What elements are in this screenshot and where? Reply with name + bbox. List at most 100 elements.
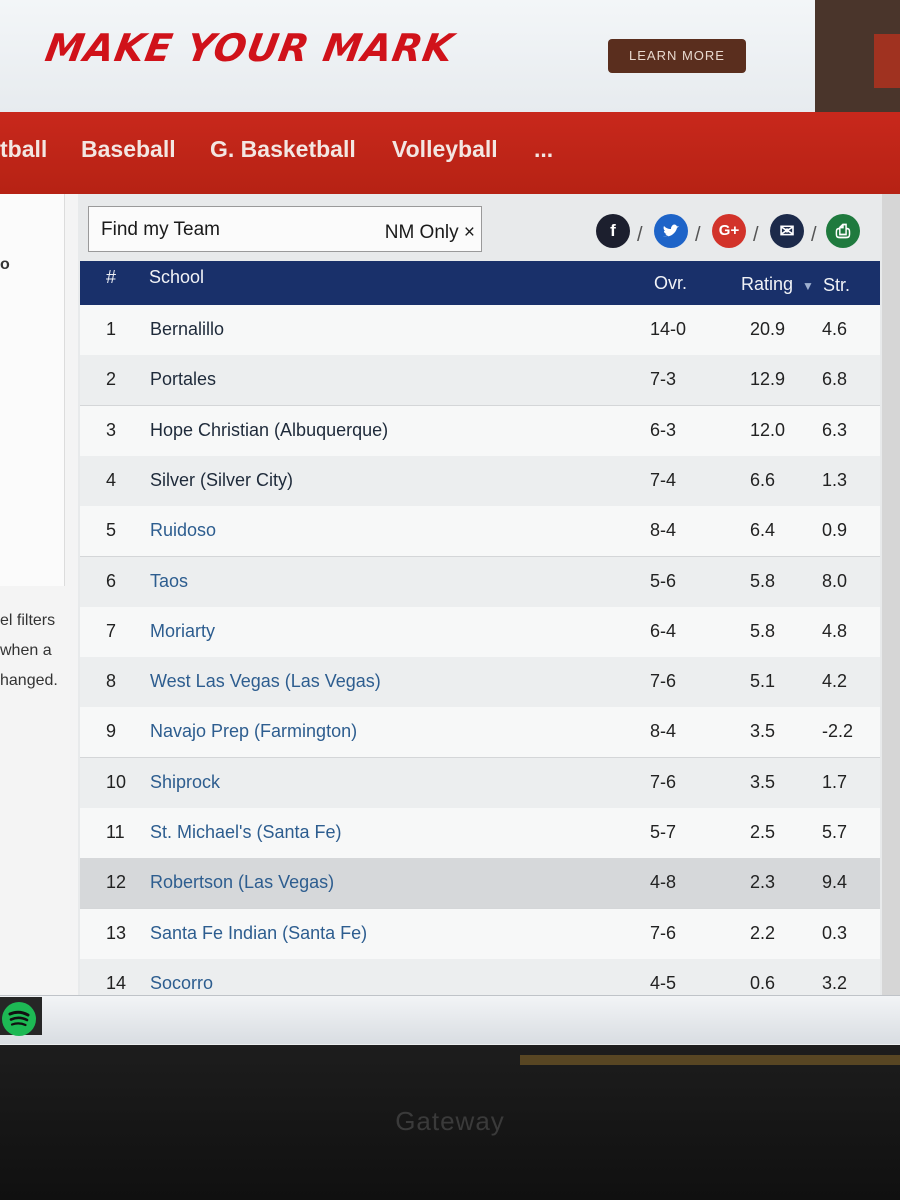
search-input[interactable]: Find my Team [101,219,220,241]
strength-cell: 0.3 [822,923,848,943]
strength-cell: -2.2 [822,721,854,741]
table-row[interactable]: 2 Portales 7-3 12.9 6.8 [80,355,880,406]
table-row[interactable]: 1 Bernalillo 14-0 20.9 4.6 [80,305,880,356]
rating-cell: 2.5 [750,822,776,842]
overall-cell: 8-4 [650,721,677,741]
table-row[interactable]: 13 Santa Fe Indian (Santa Fe) 7-6 2.2 0.3 [80,909,880,960]
strength-cell: 3.2 [822,973,848,993]
school-cell[interactable]: Santa Fe Indian (Santa Fe) [150,923,367,944]
table-row[interactable]: 7 Moriarty 6-4 5.8 4.8 [80,607,880,658]
rank-cell: 11 [106,822,125,842]
table-row[interactable]: 9 Navajo Prep (Farmington) 8-4 3.5 -2.2 [80,707,880,758]
rank-cell: 13 [106,923,127,943]
facebook-icon[interactable]: f [596,214,630,248]
rank-cell: 9 [106,721,117,741]
strength-cell: 9.4 [822,872,848,892]
ad-slogan: MAKE YOUR MARK [42,26,458,70]
table-row[interactable]: 4 Silver (Silver City) 7-4 6.6 1.3 [80,456,880,507]
nav-more-button[interactable]: ... [534,136,553,163]
table-row[interactable]: 10 Shiprock 7-6 3.5 1.7 [80,758,880,809]
rating-cell: 6.4 [750,520,776,540]
rating-cell: 5.8 [750,621,776,641]
find-team-search[interactable]: Find my Team NM Only × [88,206,482,252]
school-cell[interactable]: West Las Vegas (Las Vegas) [150,671,381,692]
table-row[interactable]: 3 Hope Christian (Albuquerque) 6-3 12.0 6.3 [80,406,880,457]
table-row[interactable]: 12 Robertson (Las Vegas) 4-8 2.3 9.4 [80,858,880,909]
rank-cell: 3 [106,420,117,440]
school-cell[interactable]: Moriarty [150,621,215,642]
right-page-edge [882,194,900,999]
rating-cell: 20.9 [750,319,786,339]
school-cell[interactable]: Ruidoso [150,520,216,541]
school-cell[interactable]: Taos [150,571,188,592]
column-overall[interactable]: Ovr. [654,273,687,294]
sidebar-text-line: hanged. [0,672,58,689]
school-cell[interactable]: Navajo Prep (Farmington) [150,721,357,742]
nav-item-football[interactable]: tball [0,136,47,163]
nm-only-filter-chip[interactable]: NM Only × [385,222,475,244]
strength-cell: 4.6 [822,319,848,339]
overall-cell: 7-4 [650,470,677,490]
table-row[interactable]: 11 St. Michael's (Santa Fe) 5-7 2.5 5.7 [80,808,880,859]
overall-cell: 6-4 [650,621,677,641]
strength-cell: 4.2 [822,671,848,691]
rating-cell: 5.8 [750,571,776,591]
overall-cell: 7-3 [650,369,677,389]
rating-cell: 3.5 [750,772,776,792]
column-strength[interactable]: Str. [823,275,850,296]
strength-cell: 0.9 [822,520,848,540]
rank-cell: 2 [106,369,117,389]
nav-item-girls-basketball[interactable]: G. Basketball [210,136,356,163]
email-icon[interactable]: ✉ [770,214,804,248]
school-cell[interactable]: Socorro [150,973,213,994]
school-cell[interactable]: St. Michael's (Santa Fe) [150,822,342,843]
column-rating[interactable]: Rating ▼ [741,274,814,295]
rank-cell: 8 [106,671,117,691]
table-row[interactable]: 6 Taos 5-6 5.8 8.0 [80,557,880,608]
overall-cell: 4-8 [650,872,677,892]
print-icon[interactable]: ⎙ [826,214,860,248]
overall-cell: 7-6 [650,671,677,691]
rank-cell: 10 [106,772,127,792]
school-cell[interactable]: Silver (Silver City) [150,470,293,491]
spotify-icon[interactable] [2,1002,36,1036]
overall-cell: 4-5 [650,973,677,993]
rank-cell: 1 [106,319,117,339]
taskbar [0,995,900,1044]
share-separator: / [811,224,817,246]
table-row[interactable]: 8 West Las Vegas (Las Vegas) 7-6 5.1 4.2 [80,657,880,708]
google-plus-icon[interactable]: G+ [712,214,746,248]
rating-cell: 12.9 [750,369,786,389]
rank-cell: 12 [106,872,127,892]
twitter-icon[interactable] [654,214,688,248]
nav-item-volleyball[interactable]: Volleyball [392,136,498,163]
overall-cell: 7-6 [650,772,677,792]
rating-cell: 6.6 [750,470,776,490]
school-cell[interactable]: Hope Christian (Albuquerque) [150,420,388,441]
school-cell[interactable]: Portales [150,369,216,390]
nav-item-baseball[interactable]: Baseball [81,136,176,163]
sidebar-panel: o [0,194,65,586]
column-school[interactable]: School [149,267,204,288]
sort-desc-icon: ▼ [802,279,814,293]
strength-cell: 8.0 [822,571,848,591]
overall-cell: 7-6 [650,923,677,943]
rank-cell: 14 [106,973,127,993]
sport-nav-bar: tball Baseball G. Basketball Volleyball … [0,112,900,194]
sidebar-text-line: when a [0,642,52,659]
school-cell[interactable]: Shiprock [150,772,220,793]
rating-cell: 2.3 [750,872,776,892]
rating-cell: 3.5 [750,721,776,741]
table-row[interactable]: 5 Ruidoso 8-4 6.4 0.9 [80,506,880,557]
strength-cell: 1.7 [822,772,848,792]
school-cell[interactable]: Robertson (Las Vegas) [150,872,334,893]
learn-more-button[interactable]: LEARN MORE [608,39,746,73]
sidebar-fragment: o [0,256,10,273]
ad-side-badge [874,34,900,88]
share-separator: / [695,224,701,246]
school-cell[interactable]: Bernalillo [150,319,224,340]
ad-banner[interactable]: MAKE YOUR MARK LEARN MORE [0,0,815,122]
rankings-table-header: # School Ovr. Rating ▼ Str. [80,261,880,305]
rating-cell: 12.0 [750,420,786,440]
column-rank[interactable]: # [106,267,116,288]
